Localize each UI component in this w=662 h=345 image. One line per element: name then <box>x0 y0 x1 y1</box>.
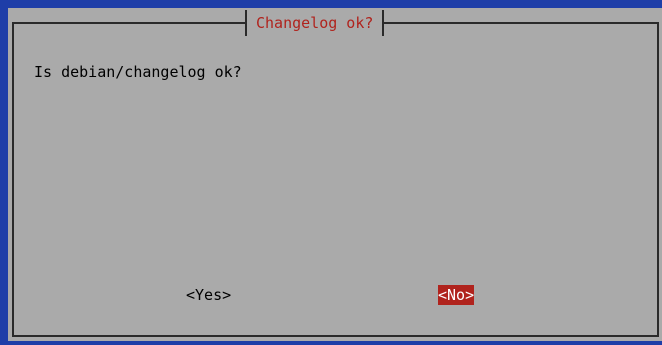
no-button[interactable]: <No> <box>438 285 475 305</box>
yes-button[interactable]: <Yes> <box>186 285 231 305</box>
dialog-title-bar: Changelog ok? <box>245 10 385 36</box>
terminal-screen: Changelog ok? Is debian/changelog ok? <Y… <box>0 0 662 345</box>
terminal-background-bottom <box>0 341 662 345</box>
dialog-message: Is debian/changelog ok? <box>34 63 242 81</box>
terminal-background-left <box>0 0 8 345</box>
title-right-tick <box>382 10 385 36</box>
terminal-background-top <box>0 0 662 8</box>
dialog-title: Changelog ok? <box>256 14 374 32</box>
